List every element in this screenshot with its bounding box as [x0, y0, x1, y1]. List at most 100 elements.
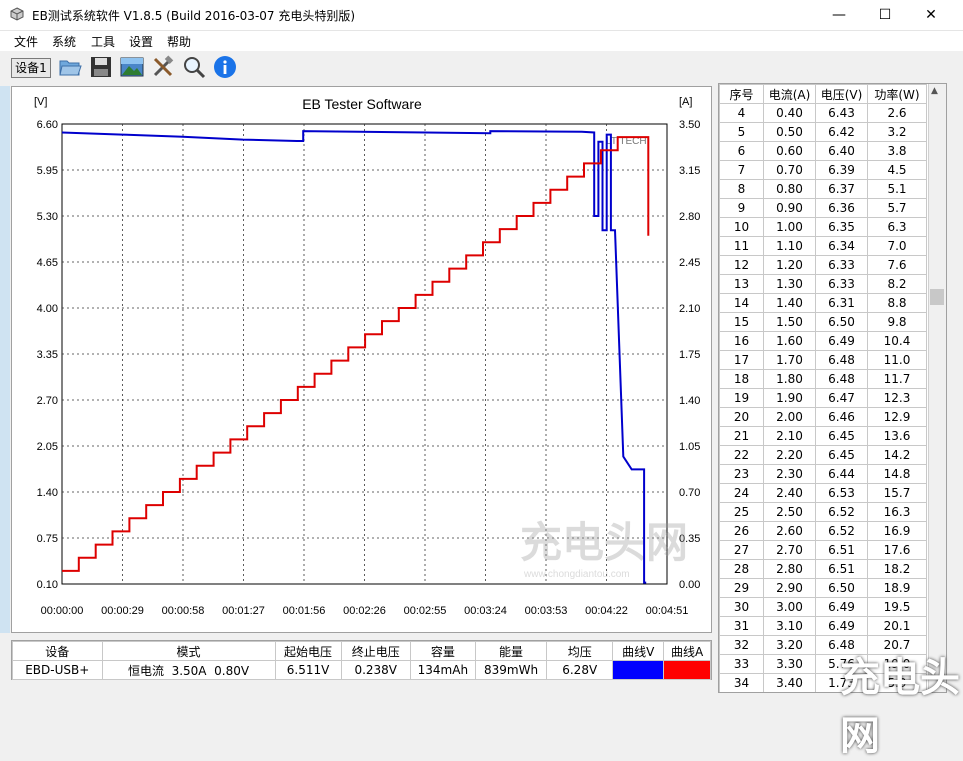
cell-current: 1.90 [763, 388, 816, 408]
info-icon[interactable] [213, 55, 237, 79]
left-tick-label: 2.70 [37, 395, 58, 407]
table-row[interactable]: 30 3.00 6.49 19.5 [719, 597, 927, 617]
maximize-button[interactable]: ☐ [862, 0, 908, 30]
table-row[interactable]: 6 0.60 6.40 3.8 [719, 141, 927, 161]
menu-settings[interactable]: 设置 [129, 33, 153, 50]
cell-current: 0.60 [763, 141, 816, 161]
table-row[interactable]: 19 1.90 6.47 12.3 [719, 388, 927, 408]
table-header-row: 序号 电流(A) 电压(V) 功率(W) [719, 84, 927, 104]
close-button[interactable]: ✕ [908, 0, 954, 30]
scroll-thumb[interactable] [930, 289, 944, 305]
minimize-button[interactable]: — [816, 0, 862, 30]
summary-avg-voltage: 6.28V [546, 660, 614, 680]
table-row[interactable]: 27 2.70 6.51 17.6 [719, 540, 927, 560]
cell-index: 30 [719, 597, 764, 617]
table-row[interactable]: 26 2.60 6.52 16.9 [719, 521, 927, 541]
table-row[interactable]: 21 2.10 6.45 13.6 [719, 426, 927, 446]
table-scrollbar[interactable]: ▲ [928, 84, 946, 692]
cell-index: 28 [719, 559, 764, 579]
table-row[interactable]: 29 2.90 6.50 18.9 [719, 578, 927, 598]
summary-energy: 839mWh [474, 660, 548, 680]
summary-header-mode: 模式 [101, 641, 276, 661]
open-folder-icon[interactable] [58, 55, 82, 79]
cell-index: 34 [719, 673, 764, 692]
header-current[interactable]: 电流(A) [763, 84, 816, 104]
table-row[interactable]: 8 0.80 6.37 5.1 [719, 179, 927, 199]
header-voltage[interactable]: 电压(V) [815, 84, 868, 104]
cell-index: 7 [719, 160, 764, 180]
summary-header-energy: 能量 [474, 641, 548, 661]
readings-table-panel: 序号 电流(A) 电压(V) 功率(W) 4 0.40 6.43 2.6 5 0.50 6.… [718, 83, 947, 693]
left-tick-label: 4.00 [37, 303, 58, 315]
cell-power: 19.5 [867, 597, 927, 617]
scroll-up-arrow-icon[interactable]: ▲ [931, 86, 938, 96]
table-row[interactable]: 23 2.30 6.44 14.8 [719, 464, 927, 484]
summary-mode: 恒电流 3.50A 0.80V [101, 660, 276, 680]
header-power[interactable]: 功率(W) [867, 84, 927, 104]
table-row[interactable]: 16 1.60 6.49 10.4 [719, 331, 927, 351]
left-edge-strip [0, 86, 10, 633]
overlay-watermark: 充电头网 [840, 655, 960, 759]
table-row[interactable]: 13 1.30 6.33 8.2 [719, 274, 927, 294]
menu-help[interactable]: 帮助 [167, 33, 191, 50]
right-tick-label: 1.05 [679, 441, 700, 453]
table-row[interactable]: 20 2.00 6.46 12.9 [719, 407, 927, 427]
cell-voltage: 6.51 [815, 540, 868, 560]
table-row[interactable]: 28 2.80 6.51 18.2 [719, 559, 927, 579]
cell-voltage: 6.33 [815, 274, 868, 294]
header-index[interactable]: 序号 [719, 84, 764, 104]
menu-system[interactable]: 系统 [52, 33, 76, 50]
table-row[interactable]: 12 1.20 6.33 7.6 [719, 255, 927, 275]
cell-index: 33 [719, 654, 764, 674]
right-tick-label: 2.80 [679, 211, 700, 223]
tools-icon[interactable] [151, 55, 175, 79]
cell-power: 14.2 [867, 445, 927, 465]
cell-power: 11.7 [867, 369, 927, 389]
table-row[interactable]: 11 1.10 6.34 7.0 [719, 236, 927, 256]
readings-table: 序号 电流(A) 电压(V) 功率(W) 4 0.40 6.43 2.6 5 0.50 6.… [719, 84, 927, 692]
cell-power: 15.7 [867, 483, 927, 503]
cell-power: 9.8 [867, 312, 927, 332]
x-tick-label: 00:01:56 [283, 605, 326, 617]
table-row[interactable]: 31 3.10 6.49 20.1 [719, 616, 927, 636]
device-tab[interactable]: 设备1 [11, 58, 51, 78]
cell-voltage: 6.44 [815, 464, 868, 484]
table-row[interactable]: 14 1.40 6.31 8.8 [719, 293, 927, 313]
x-tick-label: 00:00:29 [101, 605, 144, 617]
cell-power: 8.8 [867, 293, 927, 313]
cell-power: 12.3 [867, 388, 927, 408]
cell-voltage: 6.49 [815, 331, 868, 351]
save-icon[interactable] [89, 55, 113, 79]
menu-file[interactable]: 文件 [14, 33, 38, 50]
cell-current: 1.50 [763, 312, 816, 332]
curve-v-color-swatch[interactable] [612, 660, 665, 680]
left-tick-label: 6.60 [37, 119, 58, 131]
cell-power: 3.8 [867, 141, 927, 161]
cell-current: 2.40 [763, 483, 816, 503]
cell-current: 1.80 [763, 369, 816, 389]
table-row[interactable]: 22 2.20 6.45 14.2 [719, 445, 927, 465]
table-row[interactable]: 4 0.40 6.43 2.6 [719, 103, 927, 123]
table-row[interactable]: 24 2.40 6.53 15.7 [719, 483, 927, 503]
cell-current: 0.90 [763, 198, 816, 218]
table-row[interactable]: 5 0.50 6.42 3.2 [719, 122, 927, 142]
x-tick-label: 00:00:58 [162, 605, 205, 617]
table-row[interactable]: 18 1.80 6.48 11.7 [719, 369, 927, 389]
cell-index: 27 [719, 540, 764, 560]
search-icon[interactable] [182, 55, 206, 79]
cell-current: 2.10 [763, 426, 816, 446]
table-row[interactable]: 17 1.70 6.48 11.0 [719, 350, 927, 370]
table-row[interactable]: 9 0.90 6.36 5.7 [719, 198, 927, 218]
table-row[interactable]: 15 1.50 6.50 9.8 [719, 312, 927, 332]
watermark-url: www.chongdiantou.com [523, 569, 630, 580]
cell-index: 6 [719, 141, 764, 161]
cell-voltage: 6.49 [815, 616, 868, 636]
table-row[interactable]: 10 1.00 6.35 6.3 [719, 217, 927, 237]
menu-tools[interactable]: 工具 [91, 33, 115, 50]
table-row[interactable]: 7 0.70 6.39 4.5 [719, 160, 927, 180]
image-icon[interactable] [120, 55, 144, 79]
toolbar: 设备1 [0, 52, 963, 82]
cell-current: 2.70 [763, 540, 816, 560]
table-row[interactable]: 25 2.50 6.52 16.3 [719, 502, 927, 522]
curve-a-color-swatch[interactable] [663, 660, 711, 680]
